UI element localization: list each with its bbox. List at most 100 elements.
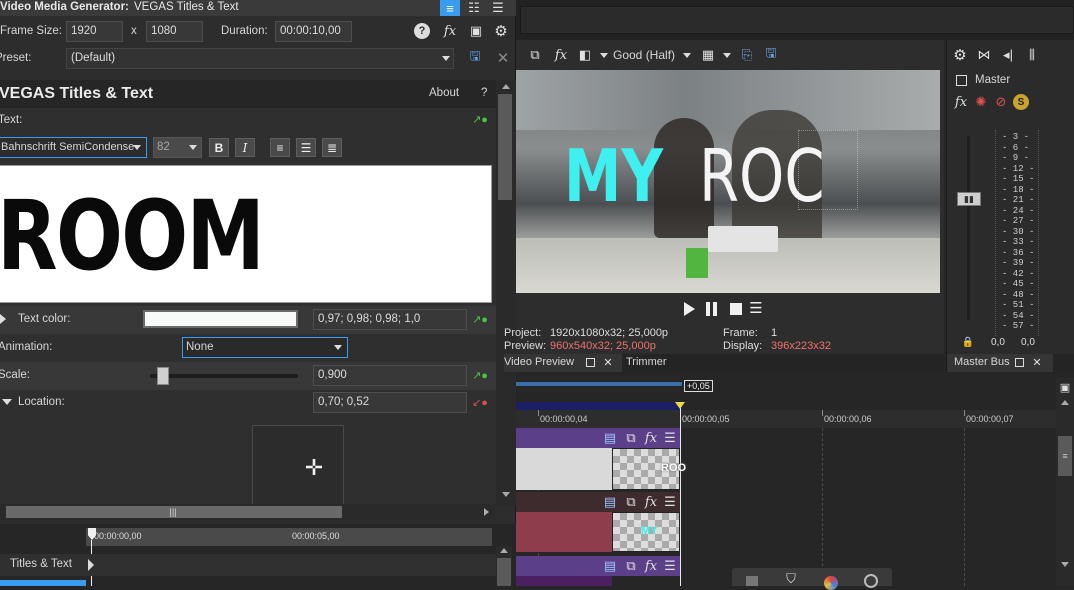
timeline-ruler[interactable]: 00:00:00,04 00:00:00,05 00:00:00,06 00:0…: [516, 410, 1056, 428]
preview-quality-dropdown[interactable]: Good (Half): [613, 48, 675, 62]
keyframe-marker[interactable]: [88, 559, 94, 571]
timeline-top-scroll[interactable]: [516, 382, 682, 386]
event-pan-crop-icon[interactable]: ▤: [602, 558, 618, 574]
collapse-triangle-icon[interactable]: [2, 399, 12, 405]
track-3-clip-body[interactable]: [516, 576, 612, 586]
toolbar-square-icon[interactable]: [746, 576, 758, 586]
master-solo-icon[interactable]: S: [1013, 94, 1029, 110]
crop-icon[interactable]: ⧉: [623, 494, 639, 510]
preset-dropdown[interactable]: (Default): [66, 48, 454, 69]
timeline-cursor[interactable]: [680, 402, 681, 586]
details-view-icon[interactable]: ☰: [488, 0, 508, 16]
play-icon[interactable]: [684, 302, 695, 316]
tab-video-preview[interactable]: Video Preview ✕: [504, 354, 622, 372]
tab-master-bus[interactable]: Master Bus ✕: [947, 354, 1053, 372]
duration-field[interactable]: 00:00:10,00: [275, 21, 352, 42]
keyframe-add-icon[interactable]: ↗●: [472, 112, 488, 126]
scale-value[interactable]: 0,900: [313, 365, 467, 386]
grid-view-icon[interactable]: ☷: [464, 0, 484, 16]
master-settings-icon[interactable]: ⚙: [951, 46, 969, 64]
animation-dropdown[interactable]: None: [182, 337, 348, 358]
keyframe-add-icon[interactable]: ↗●: [472, 368, 488, 382]
save-snapshot-icon[interactable]: 🖫: [762, 45, 780, 64]
master-fx-icon[interactable]: fx: [953, 94, 969, 110]
scroll-right-arrow-icon[interactable]: [484, 508, 489, 516]
event-pan-crop-icon[interactable]: ▤: [602, 494, 618, 510]
scrollbar-thumb[interactable]: ≡: [1058, 436, 1072, 476]
toolbar-color-icon[interactable]: [824, 576, 838, 590]
master-fader-track[interactable]: [967, 136, 970, 320]
plugin-help-link[interactable]: ?: [481, 87, 487, 99]
lock-icon[interactable]: 🔒: [962, 336, 974, 348]
bold-button[interactable]: B: [209, 138, 229, 157]
track-1-thumbnail[interactable]: ROO: [612, 448, 686, 490]
maximize-icon[interactable]: [1015, 358, 1024, 367]
event-menu-icon[interactable]: ☰: [663, 558, 677, 574]
event-fx-icon[interactable]: fx: [643, 558, 659, 574]
text-editor[interactable]: ROOM: [0, 165, 492, 303]
event-pan-crop-icon[interactable]: ▤: [602, 430, 618, 446]
track-2-thumbnail[interactable]: MY: [612, 512, 680, 552]
track-1-clip-body[interactable]: [516, 448, 612, 490]
scrollbar-thumb[interactable]: [497, 558, 511, 586]
scale-slider-thumb[interactable]: [156, 367, 169, 385]
keyframe-add-icon[interactable]: ↗●: [472, 312, 488, 326]
chevron-down-icon[interactable]: [600, 53, 608, 58]
chevron-down-icon[interactable]: [723, 53, 731, 58]
text-color-swatch[interactable]: [143, 310, 298, 328]
crop-icon[interactable]: ⧉: [623, 430, 639, 446]
align-left-button[interactable]: ≡: [270, 138, 290, 157]
downmix-icon[interactable]: ⋈: [975, 46, 993, 64]
help-icon[interactable]: ?: [414, 23, 430, 39]
copy-snapshot-icon[interactable]: ⎘: [738, 46, 756, 64]
cursor-flag[interactable]: [675, 402, 685, 409]
scrollbar-thumb[interactable]: [498, 94, 512, 200]
frame-width-field[interactable]: 1920: [66, 21, 123, 42]
dim-output-icon[interactable]: ◂|: [999, 46, 1017, 64]
master-mute-icon[interactable]: ⊘: [993, 94, 1009, 110]
stop-icon[interactable]: [730, 303, 742, 315]
keyframe-remove-icon[interactable]: ↙●: [472, 395, 488, 409]
chevron-down-icon[interactable]: [683, 53, 691, 58]
video-fx-icon[interactable]: fx: [552, 46, 570, 64]
video-frame[interactable]: MY ROC: [516, 70, 940, 293]
event-fx-icon[interactable]: fx: [643, 430, 659, 446]
save-preset-icon[interactable]: 🖫: [466, 48, 484, 67]
keyframe-ruler[interactable]: 00:00:00,00 00:00:05,00: [86, 528, 492, 546]
scale-slider-track[interactable]: [150, 374, 298, 378]
master-fx-chain-icon[interactable]: ✺: [973, 94, 989, 110]
tab-trimmer[interactable]: Trimmer: [626, 356, 667, 368]
frame-height-field[interactable]: 1080: [146, 21, 203, 42]
transport-menu-icon[interactable]: ☰: [748, 299, 764, 317]
align-center-button[interactable]: ☰: [296, 138, 316, 157]
crop-icon[interactable]: ⧉: [623, 558, 639, 574]
italic-button[interactable]: I: [235, 138, 255, 157]
timeline-vscroll[interactable]: ▣ ≡: [1056, 378, 1074, 586]
scroll-down-arrow-icon[interactable]: [502, 492, 510, 497]
event-fx-icon[interactable]: fx: [643, 494, 659, 510]
align-right-button[interactable]: ≣: [322, 138, 342, 157]
close-icon[interactable]: ✕: [602, 356, 614, 369]
scroll-up-arrow-icon[interactable]: [500, 548, 508, 553]
font-dropdown[interactable]: Bahnschrift SemiCondense: [0, 137, 147, 158]
mixer-sliders-icon[interactable]: ⫼: [1023, 46, 1041, 64]
scroll-up-arrow-icon[interactable]: [502, 84, 510, 89]
toolbar-shield-icon[interactable]: ⛉: [784, 571, 798, 586]
split-view-icon[interactable]: ◧: [576, 46, 594, 64]
track-2-clip-body[interactable]: [516, 512, 612, 552]
scroll-up-arrow-icon[interactable]: [1061, 400, 1069, 405]
location-pad[interactable]: ✛: [252, 425, 344, 507]
event-menu-icon[interactable]: ☰: [663, 494, 677, 510]
pause-icon[interactable]: [706, 302, 717, 316]
font-size-dropdown[interactable]: 82: [153, 137, 202, 158]
expand-triangle-icon[interactable]: [0, 314, 6, 324]
settings-gear-icon[interactable]: ⚙: [492, 22, 510, 40]
text-color-value[interactable]: 0,97; 0,98; 0,98; 1,0: [313, 309, 467, 330]
event-menu-icon[interactable]: ☰: [663, 430, 677, 446]
list-view-icon[interactable]: ≡: [440, 0, 460, 16]
maximize-icon[interactable]: [586, 358, 595, 367]
about-link[interactable]: About: [429, 87, 459, 99]
crosshair-icon[interactable]: ✛: [305, 455, 323, 480]
split-screen-icon[interactable]: ⧉: [526, 46, 544, 64]
scroll-down-arrow-icon[interactable]: [1061, 562, 1069, 567]
